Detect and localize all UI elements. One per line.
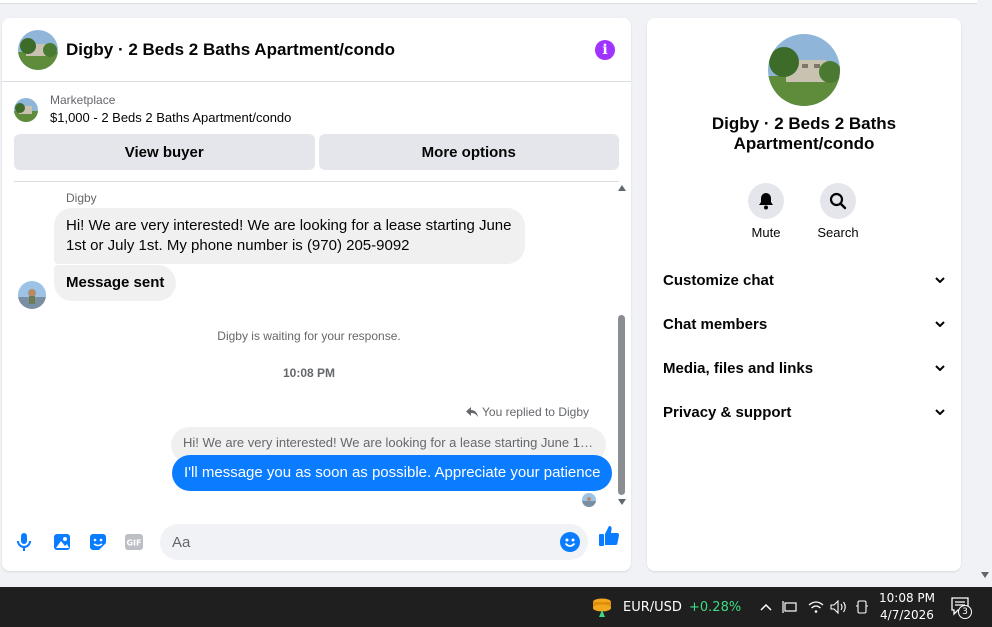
outgoing-message[interactable]: I'll message you as soon as possible. Ap… [172, 455, 613, 491]
page-scroll-down-arrow[interactable] [981, 572, 989, 578]
info-avatar[interactable] [768, 34, 840, 106]
message-list: Digby Hi! We are very interested! We are… [2, 183, 631, 513]
listing-price-title[interactable]: $1,000 - 2 Beds 2 Baths Apartment/condo [50, 108, 291, 128]
ticker-symbol[interactable]: EUR/USD [623, 587, 682, 627]
listing-category: Marketplace [50, 93, 116, 107]
sticker-icon[interactable] [80, 524, 116, 560]
chevron-down-icon [935, 321, 945, 327]
time-separator: 10:08 PM [282, 366, 336, 380]
chat-panel: Digby · 2 Beds 2 Baths Apartment/condo i… [2, 18, 631, 571]
section-label: Chat members [663, 315, 768, 333]
device-icon[interactable] [782, 587, 798, 627]
incoming-message[interactable]: Message sent [54, 265, 177, 301]
listing-thumbnail[interactable] [14, 98, 38, 122]
view-buyer-button[interactable]: View buyer [14, 134, 315, 170]
page-scrollbar[interactable] [977, 0, 992, 587]
wifi-icon[interactable] [808, 587, 824, 627]
browser-top-strip [0, 0, 977, 4]
scroll-down-arrow[interactable] [618, 499, 626, 505]
section-customize-chat[interactable]: Customize chat [663, 268, 945, 292]
notification-icon[interactable]: 3 [950, 596, 972, 622]
ticker-change: +0.28% [689, 599, 742, 615]
conversation-info-panel: Digby · 2 Beds 2 Baths Apartment/condo M… [647, 18, 961, 571]
section-chat-members[interactable]: Chat members [663, 312, 945, 336]
currency-widget-icon[interactable] [590, 587, 614, 627]
section-label: Privacy & support [663, 403, 792, 421]
clock-time: 10:08 PM [879, 591, 935, 605]
section-label: Customize chat [663, 271, 774, 289]
scroll-up-arrow[interactable] [618, 185, 626, 191]
chevron-down-icon [935, 409, 945, 415]
chat-avatar[interactable] [18, 29, 58, 70]
search-label: Search [817, 225, 859, 240]
info-title: Digby · 2 Beds 2 Baths Apartment/condo [711, 114, 897, 153]
composer: GIF Aa [2, 522, 631, 562]
microphone-icon[interactable] [6, 524, 42, 560]
incoming-message[interactable]: Hi! We are very interested! We are looki… [54, 208, 525, 264]
taskbar: EUR/USD +0.28% 10:08 PM 4/7/2026 3 [0, 587, 992, 627]
svg-text:GIF: GIF [126, 539, 141, 548]
clock-date: 4/7/2026 [880, 608, 934, 622]
chat-title[interactable]: Digby · 2 Beds 2 Baths Apartment/condo [66, 40, 595, 60]
notification-count: 3 [958, 605, 972, 619]
seen-avatar [582, 493, 596, 507]
chat-header: Digby · 2 Beds 2 Baths Apartment/condo i [2, 18, 631, 82]
reply-label: You replied to Digby [482, 405, 589, 419]
chevron-up-icon[interactable] [760, 587, 772, 627]
sender-name: Digby [66, 191, 97, 205]
waiting-notice: Digby is waiting for your response. [217, 329, 401, 343]
listing-card: Marketplace $1,000 - 2 Beds 2 Baths Apar… [2, 82, 631, 182]
gif-icon[interactable]: GIF [116, 524, 152, 560]
scroll-thumb[interactable] [618, 315, 625, 495]
photo-icon[interactable] [44, 524, 80, 560]
volume-icon[interactable] [830, 587, 848, 627]
section-media-files-links[interactable]: Media, files and links [663, 356, 945, 380]
search-icon[interactable] [820, 183, 856, 219]
section-privacy-support[interactable]: Privacy & support [663, 400, 945, 424]
chevron-down-icon [935, 277, 945, 283]
search-action[interactable]: Search [808, 183, 868, 240]
mute-action[interactable]: Mute [736, 183, 796, 240]
header-divider [14, 181, 619, 182]
info-icon[interactable]: i [595, 39, 615, 60]
thumbs-up-icon[interactable] [597, 524, 621, 553]
chevron-down-icon [935, 365, 945, 371]
reply-arrow-icon [466, 407, 479, 417]
more-options-button[interactable]: More options [318, 134, 619, 170]
section-label: Media, files and links [663, 359, 814, 377]
system-clock[interactable]: 10:08 PM 4/7/2026 [876, 590, 938, 624]
message-input-placeholder: Aa [172, 533, 191, 551]
bell-icon[interactable] [748, 183, 784, 219]
mute-label: Mute [751, 225, 781, 240]
sender-avatar[interactable] [18, 281, 46, 309]
message-input[interactable]: Aa [160, 524, 588, 560]
emoji-icon[interactable] [560, 532, 580, 552]
battery-icon[interactable] [855, 587, 869, 627]
message-scrollbar[interactable] [617, 183, 627, 513]
reply-indicator: You replied to Digby [466, 405, 589, 419]
